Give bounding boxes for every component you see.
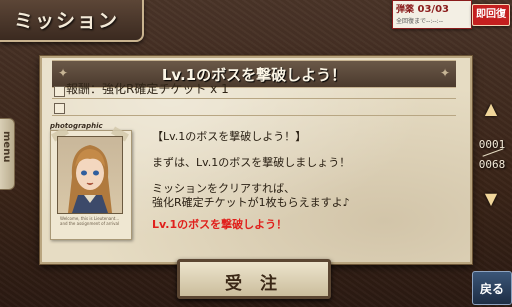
message-line: 【Lv.1のボスを撃破しよう！】 — [152, 130, 307, 143]
character-portrait-image — [68, 145, 112, 213]
message-line: まずは、Lv.1のボスを撃破しましょう！ — [152, 156, 351, 169]
ammo-counter: 弾薬 03/03 — [396, 2, 449, 15]
side-menu-label: menu — [1, 131, 12, 163]
empty-checkbox — [54, 103, 65, 114]
ammo-panel: 弾薬 03/03 全回復まで--:--:-- — [392, 0, 472, 29]
page-title: ミッション — [14, 10, 120, 32]
ammo-recovery-timer: 全回復まで--:--:-- — [396, 18, 444, 25]
character-portrait — [57, 136, 123, 214]
accept-button-label: 受 注 — [225, 274, 283, 294]
reward-checkbox — [54, 86, 65, 97]
ammo-label: 弾薬 — [396, 5, 415, 15]
divider — [52, 115, 456, 116]
side-menu-tab[interactable]: menu — [0, 118, 15, 190]
back-button-label: 戻る — [479, 282, 504, 296]
divider — [52, 98, 456, 99]
message-line: 強化R確定チケットが1枚もらえますよ♪ — [152, 196, 350, 209]
ammo-value: 03/03 — [417, 4, 449, 15]
portrait-caption: Welcome, this is Lieutenant... and the a… — [60, 216, 120, 226]
page-current: 0001 — [478, 138, 506, 151]
arrow-up-icon[interactable]: ▲ — [480, 101, 502, 117]
mission-objective: Lv.1のボスを撃破しよう！ — [152, 218, 288, 231]
back-button[interactable]: 戻る — [472, 271, 512, 305]
page-title-tab: ミッション — [0, 0, 144, 42]
page-total: 0068 — [478, 158, 506, 171]
instant-recover-button[interactable]: 即回復 — [472, 4, 510, 26]
reward-text: 報酬：強化R確定チケット x 1 — [66, 82, 229, 96]
accept-button[interactable]: 受 注 — [177, 259, 331, 299]
arrow-down-icon[interactable]: ▼ — [480, 191, 502, 207]
